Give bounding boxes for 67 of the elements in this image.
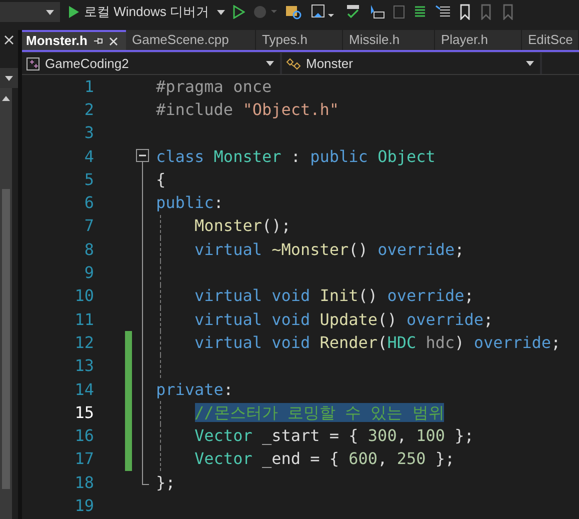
line-number: 17: [74, 448, 94, 470]
code-line: };: [156, 472, 176, 494]
close-icon[interactable]: [109, 36, 118, 46]
cursor-select-icon[interactable]: [368, 4, 385, 20]
line-number: 3: [83, 122, 94, 144]
outline-play-icon[interactable]: [232, 5, 245, 19]
line-number: 8: [83, 238, 94, 261]
line-number: 18: [74, 472, 94, 494]
code-line: #include "Object.h": [156, 98, 340, 121]
scroll-thumb[interactable]: [2, 189, 10, 489]
file-tab[interactable]: EditSce: [522, 30, 579, 50]
pin-icon[interactable]: [93, 36, 104, 46]
line-number: 11: [74, 308, 94, 331]
file-tab[interactable]: Missile.h: [343, 30, 435, 50]
line-number: 14: [74, 378, 94, 401]
file-tab[interactable]: GameScene.cpp: [126, 30, 256, 50]
project-dropdown[interactable]: GameCoding2: [22, 53, 280, 74]
line-number: 12: [74, 332, 94, 354]
line-number: 10: [74, 285, 94, 308]
window-home-icon[interactable]: [310, 4, 337, 20]
line-number: 5: [83, 168, 94, 191]
code-line: virtual ~Monster() override;: [194, 238, 464, 261]
line-number: 19: [74, 495, 94, 517]
code-line: Vector _start = { 300, 100 };: [194, 425, 474, 448]
line-number: 2: [83, 98, 94, 121]
list-icon[interactable]: [412, 5, 427, 19]
debugger-label[interactable]: 로컬 Windows 디버거: [84, 2, 209, 22]
file-tab[interactable]: Monster.h: [22, 30, 126, 50]
code-line: virtual void Render(HDC hdc) override;: [194, 332, 561, 354]
caret-icon[interactable]: [216, 10, 225, 14]
play-icon[interactable]: [68, 5, 80, 19]
scrollbar[interactable]: [0, 88, 12, 519]
caret-icon[interactable]: [5, 76, 13, 80]
line-number: 13: [74, 355, 94, 378]
comment-lines-icon[interactable]: [434, 5, 451, 19]
code-line: Monster();: [194, 215, 291, 238]
collapse-icon[interactable]: [136, 148, 149, 162]
folder-search-icon[interactable]: [284, 4, 303, 20]
caret-icon[interactable]: [46, 10, 54, 14]
line-number: 9: [83, 262, 94, 284]
bookmark-icon[interactable]: [458, 4, 471, 20]
scope-dropdown[interactable]: Monster: [282, 53, 540, 74]
file-tab[interactable]: Player.h: [435, 30, 522, 50]
project-icon: [26, 56, 40, 70]
code-line: private:: [156, 378, 234, 401]
spell-check-icon[interactable]: [344, 4, 361, 20]
code-line: virtual void Init() override;: [194, 285, 474, 308]
code-line: class Monster : public Object: [156, 146, 436, 168]
line-number: 6: [83, 192, 94, 214]
line-number: 16: [74, 425, 94, 448]
caret-icon[interactable]: [526, 61, 534, 66]
scroll-up-icon[interactable]: [2, 96, 10, 101]
code-line: public:: [156, 192, 224, 214]
code-line: virtual void Update() override;: [194, 308, 494, 331]
code-line: Vector _end = { 600, 250 };: [194, 448, 455, 470]
bookmark-prev-icon[interactable]: [478, 4, 493, 20]
line-number: 1: [83, 76, 94, 98]
code-line: #pragma once: [156, 76, 272, 98]
dropdown-button[interactable]: [0, 68, 18, 88]
bookmark-next-icon[interactable]: [500, 4, 515, 20]
file-tab[interactable]: Types.h: [256, 30, 343, 50]
line-number: 4: [83, 146, 94, 168]
line-number: 15: [74, 402, 94, 424]
class-icon: [286, 56, 302, 70]
caret-icon[interactable]: [266, 61, 274, 66]
code-line: {: [156, 168, 166, 191]
line-number: 7: [83, 215, 94, 238]
